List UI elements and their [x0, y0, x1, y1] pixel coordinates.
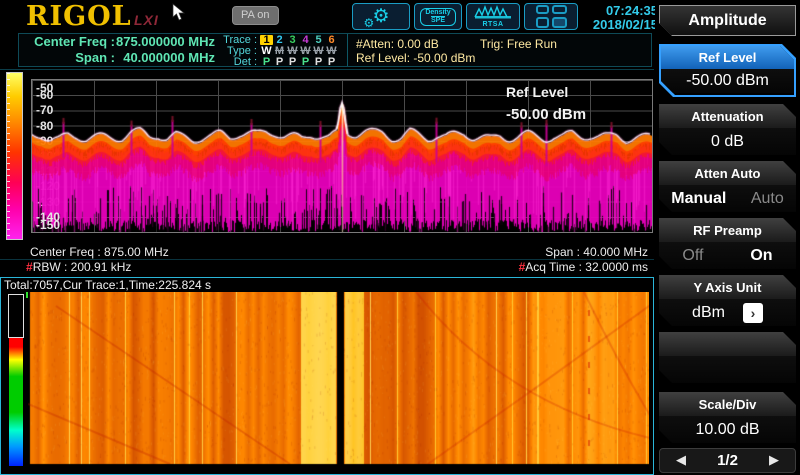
amplitude-readout: #Atten: 0.00 dB Ref Level: -50.00 dBm Tr…	[347, 34, 651, 66]
page-next-arrow[interactable]: ▶	[769, 453, 779, 468]
trace-3-badge[interactable]: 3	[286, 35, 299, 45]
rf-preamp-on-option[interactable]: On	[750, 247, 772, 265]
menu-pager: ◀ 1/2 ▶	[659, 448, 796, 473]
type-5: W	[312, 46, 325, 56]
clock: 07:24:35 2018/02/15	[584, 4, 658, 32]
center-freq-label: Center Freq :	[19, 34, 115, 50]
page-indicator: 1/2	[717, 452, 738, 469]
pa-on-button[interactable]: PA on	[232, 6, 279, 25]
spectrum-plot: -50-60-70-80-90-100-110-120-130-140-150 …	[31, 79, 653, 233]
softkey-menu: Amplitude Ref Level -50.00 dBm Attenuati…	[655, 0, 800, 475]
softkey-attenuation[interactable]: Attenuation 0 dB	[659, 104, 796, 155]
spectrogram-panel: Total:7057,Cur Trace:1,Time:225.824 s	[0, 277, 654, 475]
measurement-info-bar: Center Freq : 875.000000 MHz Span : 40.0…	[18, 33, 652, 67]
softkey-y-axis-unit[interactable]: Y Axis Unit dBm ›	[659, 275, 796, 326]
span-value: 40.000000 MHz	[115, 50, 219, 66]
frequency-readout: Center Freq : 875.000000 MHz Span : 40.0…	[19, 34, 219, 66]
density-spectrogram-button[interactable]: Density SPE	[414, 3, 462, 30]
softkey-rf-preamp[interactable]: RF Preamp Off On	[659, 218, 796, 269]
trace-5-badge[interactable]: 5	[312, 35, 325, 45]
ref-level-readout: Ref Level: -50.00 dBm	[356, 51, 475, 65]
det-6: P	[325, 57, 338, 67]
trace-number-row: Trace : 1 2 3 4 5 6	[219, 35, 347, 45]
submenu-arrow-icon[interactable]: ›	[743, 303, 763, 323]
type-2: M	[273, 46, 286, 56]
trace-4-badge[interactable]: 4	[299, 35, 312, 45]
rf-preamp-off-option[interactable]: Off	[682, 247, 703, 265]
trace-status-table: Trace : 1 2 3 4 5 6 Type : W M W W W W D…	[219, 34, 347, 66]
type-3: W	[286, 46, 299, 56]
center-freq-value: 875.000000 MHz	[115, 34, 219, 50]
status-acq-time: #Acq Time : 32.0000 ms	[352, 261, 648, 274]
status-rbw: #RBW : 200.91 kHz	[26, 261, 131, 274]
density-spe-icon: Density SPE	[420, 8, 455, 26]
det-2: P	[273, 57, 286, 67]
rtsa-icon: RTSA	[473, 5, 513, 28]
date-text: 2018/02/15	[584, 18, 658, 32]
colorbar-range-box	[8, 294, 24, 338]
mouse-cursor	[172, 3, 186, 21]
atten-value: #Atten: 0.00 dB	[356, 37, 439, 51]
softkey-scale-div[interactable]: Scale/Div 10.00 dB	[659, 392, 796, 443]
type-4: W	[299, 46, 312, 56]
system-setup-button[interactable]: ⚙⚙	[352, 3, 410, 30]
status-span: Span : 40.000 MHz	[352, 246, 648, 259]
type-1: W	[260, 46, 273, 56]
rigol-logo: RIGOL	[26, 1, 132, 32]
menu-title-amplitude: Amplitude	[659, 5, 796, 36]
softkey-atten-auto[interactable]: Atten Auto Manual Auto	[659, 161, 796, 212]
separator-line	[0, 69, 654, 70]
det-4: P	[299, 57, 312, 67]
trace-detector-row: Det : P P P P P P	[219, 57, 347, 67]
layout-grid-icon	[536, 5, 567, 28]
density-colorbar	[6, 72, 23, 240]
spectrogram-status-text: Total:7057,Cur Trace:1,Time:225.824 s	[4, 278, 211, 292]
page-prev-arrow[interactable]: ◀	[676, 453, 686, 468]
gear-icon: ⚙⚙	[372, 7, 389, 26]
trace-1-badge[interactable]: 1	[260, 35, 273, 45]
trace-type-row: Type : W M W W W W	[219, 46, 347, 56]
spectrogram-colorbar	[8, 294, 24, 470]
det-1: P	[260, 57, 273, 67]
display-layout-button[interactable]	[524, 3, 578, 30]
softkey-ref-level[interactable]: Ref Level -50.00 dBm	[659, 44, 796, 97]
trace-6-badge[interactable]: 6	[325, 35, 338, 45]
rtsa-mode-button[interactable]: RTSA	[466, 3, 520, 30]
status-center-freq: Center Freq : 875.00 MHz	[30, 246, 169, 259]
trace-2-badge[interactable]: 2	[273, 35, 286, 45]
det-5: P	[312, 57, 325, 67]
time-text: 07:24:35	[584, 4, 658, 18]
atten-auto-manual-option[interactable]: Manual	[671, 190, 726, 208]
atten-auto-auto-option[interactable]: Auto	[751, 190, 784, 208]
y-axis-tick: -150	[36, 219, 60, 231]
lxi-logo: LXI	[134, 12, 159, 28]
analyzer-screen: RIGOL LXI PA on ⚙⚙ Density SPE RTSA 07:2…	[0, 0, 800, 475]
det-3: P	[286, 57, 299, 67]
type-6: W	[325, 46, 338, 56]
trigger-readout: Trig: Free Run	[480, 37, 557, 51]
span-label: Span :	[19, 50, 115, 66]
softkey-blank	[659, 332, 796, 383]
spectrogram-canvas	[28, 292, 649, 470]
ref-level-annotation: Ref Level -50.00 dBm	[506, 84, 586, 123]
